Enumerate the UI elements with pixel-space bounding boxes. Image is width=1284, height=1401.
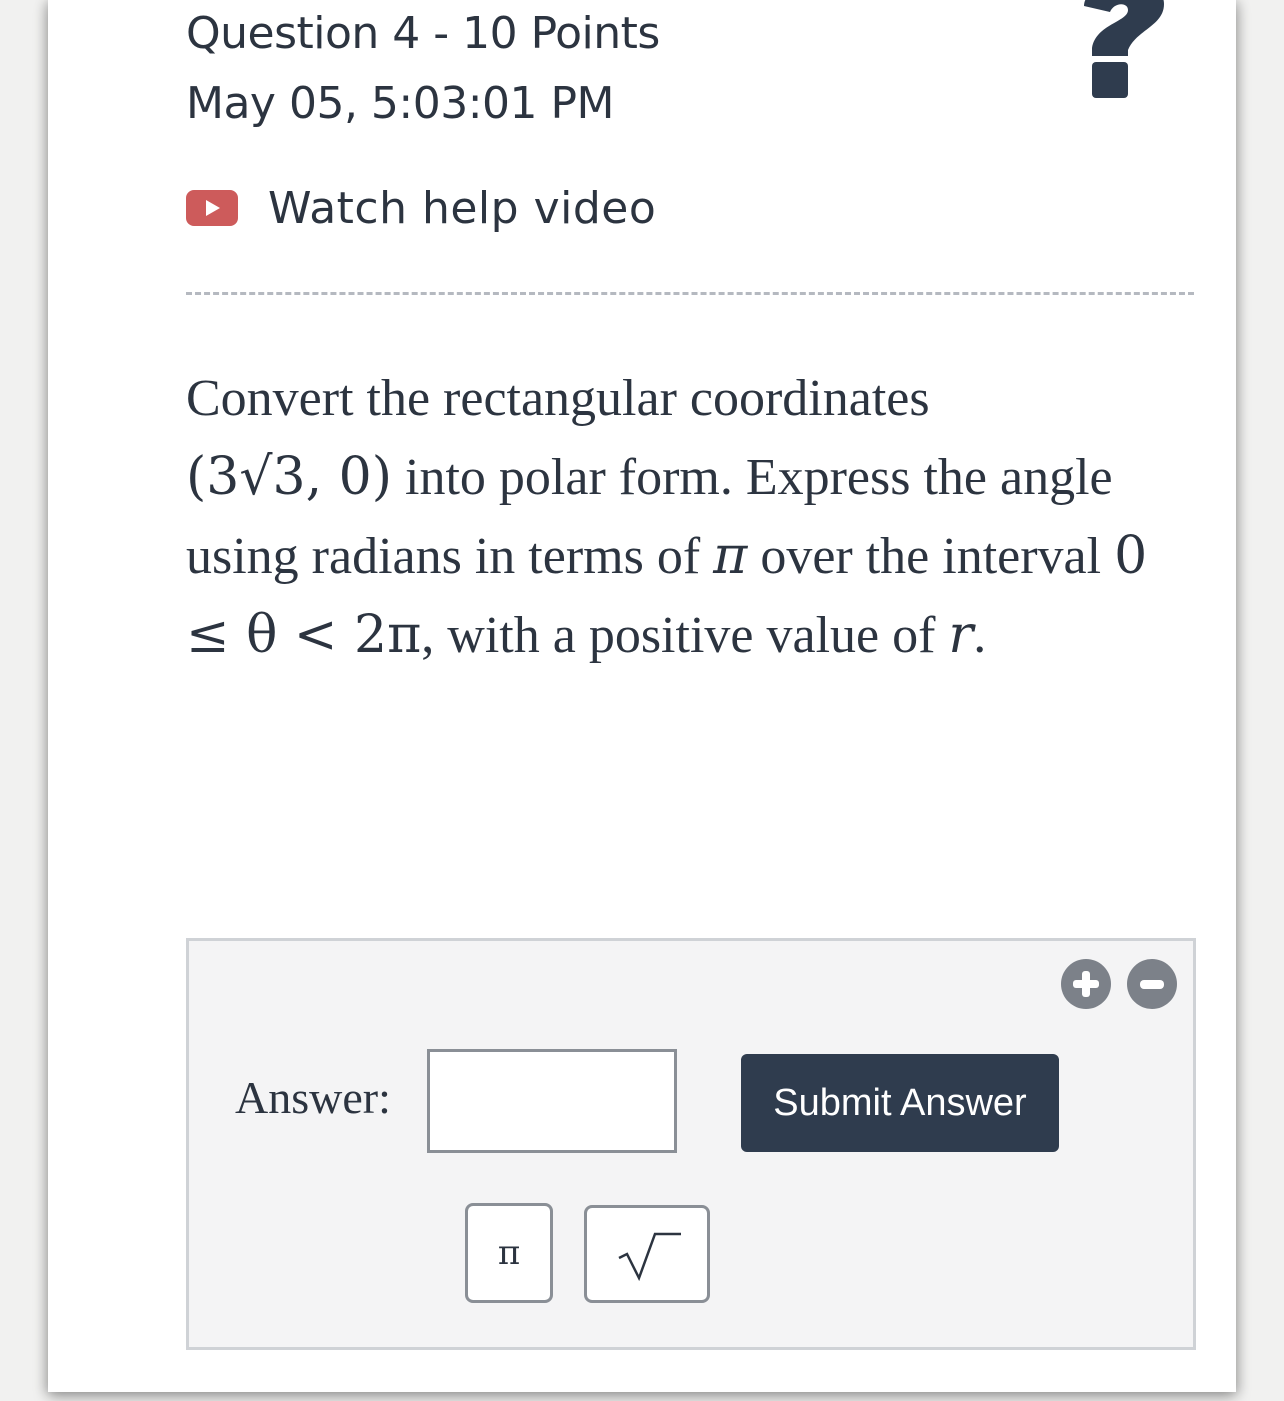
video-play-icon bbox=[186, 190, 238, 226]
pi-button[interactable]: π bbox=[465, 1203, 553, 1303]
answer-label: Answer: bbox=[235, 1072, 391, 1123]
answer-panel: Answer: Submit Answer π bbox=[186, 938, 1196, 1350]
question-title: Question 4 - 10 Points bbox=[186, 8, 660, 59]
plus-circle-icon[interactable] bbox=[1061, 959, 1111, 1009]
coordinate-expression: (3√3, 0) bbox=[186, 447, 393, 507]
question-text-part: Convert the rectangular coordinates bbox=[186, 370, 930, 427]
question-card: Question 4 - 10 Points May 05, 5:03:01 P… bbox=[48, 0, 1236, 1392]
r-variable: r bbox=[948, 605, 974, 665]
question-text-part: over the interval bbox=[747, 528, 1115, 585]
watch-help-video-link[interactable]: Watch help video bbox=[186, 178, 656, 238]
minus-circle-icon[interactable] bbox=[1127, 959, 1177, 1009]
submit-answer-button[interactable]: Submit Answer bbox=[741, 1054, 1059, 1152]
sqrt-button[interactable] bbox=[584, 1205, 710, 1303]
pi-symbol: π bbox=[713, 526, 748, 586]
answer-input[interactable] bbox=[427, 1049, 677, 1153]
sqrt-icon bbox=[618, 1232, 681, 1282]
question-prompt: Convert the rectangular coordinates (3√3… bbox=[186, 360, 1186, 675]
question-mark-icon[interactable] bbox=[1070, 0, 1180, 104]
watch-help-video-label: Watch help video bbox=[268, 182, 657, 234]
question-timestamp: May 05, 5:03:01 PM bbox=[186, 78, 615, 129]
section-divider bbox=[186, 292, 1194, 295]
question-text-part: , with a positive value of bbox=[421, 607, 949, 664]
question-text-part: . bbox=[973, 607, 987, 664]
